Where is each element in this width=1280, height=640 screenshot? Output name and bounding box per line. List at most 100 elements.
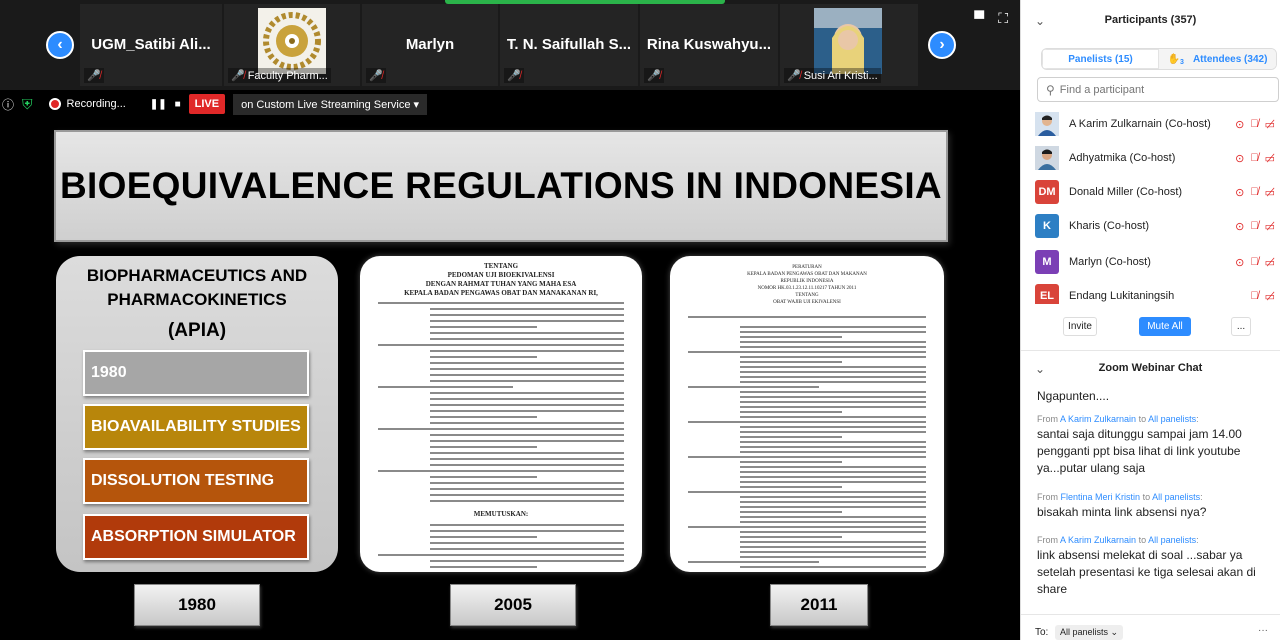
document-text-line [688, 421, 926, 423]
document-text-line [740, 541, 926, 543]
participant-actions: Invite Mute All ... [1021, 317, 1280, 337]
regulation-document-2011: PERATURAN KEPALA BADAN PENGAWAS OBAT DAN… [670, 256, 944, 572]
apia-heading: BIOPHARMACEUTICS AND PHARMACOKINETICS [86, 266, 308, 309]
slide-title: BIOEQUIVALENCE REGULATIONS IN INDONESIA [60, 165, 942, 206]
video-tile-faculty[interactable]: 🎤̸ Faculty Pharm... [224, 4, 360, 86]
video-tile-rina[interactable]: Rina Kuswahyu... 🎤̸ [640, 4, 778, 86]
document-text-line [740, 516, 926, 518]
message-sender: From A Karim Zulkarnain to All panelists… [1037, 535, 1199, 545]
chat-more-button[interactable]: ··· [1258, 625, 1268, 636]
mic-off-icon: 🎤̸ [369, 70, 383, 82]
document-text-line [430, 374, 624, 376]
avatar-photo-icon [1035, 112, 1059, 136]
document-text-line [430, 398, 624, 400]
document-text-line [740, 556, 926, 558]
document-text-line [430, 530, 624, 532]
participant-status-icons: ⊙ 🎙̸ ▭̸ [1235, 118, 1275, 131]
tile-name: Marlyn [405, 36, 455, 53]
info-icon[interactable]: ⓘ [2, 96, 14, 113]
invite-button[interactable]: Invite [1063, 317, 1097, 336]
document-text-line [430, 350, 624, 352]
document-text-line [740, 461, 843, 463]
document-text-line [740, 501, 926, 503]
participant-search[interactable]: ⚲ [1037, 77, 1279, 102]
document-text-line [688, 456, 926, 458]
participant-row[interactable]: K Kharis (Co-host) ⊙ 🎙̸ ▭̸ [1035, 212, 1275, 240]
document-text-line [740, 531, 926, 533]
layout-icon[interactable]: ▀ [974, 10, 984, 27]
document-text-line [740, 391, 926, 393]
fullscreen-icon[interactable]: ⛶ [998, 10, 1008, 27]
document-text-line [430, 452, 624, 454]
mic-off-icon: 🎤̸ [647, 70, 661, 82]
video-tile-susi[interactable]: 🎤̸ Susi Ari Kristi... [780, 4, 918, 86]
document-text-line [740, 471, 926, 473]
next-page-button[interactable]: › [928, 31, 956, 59]
more-options-button[interactable]: ... [1231, 317, 1251, 336]
stop-recording-button[interactable]: ■ [175, 99, 181, 110]
to-label: To: [1035, 627, 1049, 638]
chat-title: Zoom Webinar Chat [1098, 362, 1203, 374]
tile-label: 🎤̸ [644, 68, 664, 83]
document-text-line [740, 346, 926, 348]
meeting-status-bar: ⓘ ⛨ Recording... ❚❚ ■ LIVE on Custom Liv… [0, 92, 430, 116]
document-text-line [378, 428, 624, 430]
caret-down-icon: ▾ [413, 98, 420, 111]
tile-name: Rina Kuswahyu... [646, 36, 772, 53]
document-text-line [740, 506, 926, 508]
side-panel: ⌄ Participants (357) Panelists (15) ✋ 3 … [1020, 0, 1280, 640]
document-text-line [430, 380, 624, 382]
document-text-line [378, 344, 624, 346]
document-text-line [430, 458, 624, 460]
participants-title: Participants (357) [1104, 14, 1197, 26]
video-tile-saifullah[interactable]: T. N. Saifullah S... 🎤̸ [500, 4, 638, 86]
participant-row[interactable]: Adhyatmika (Co-host) ⊙ 🎙̸ ▭̸ [1035, 144, 1275, 172]
video-tile-marlyn[interactable]: Marlyn 🎤̸ [362, 4, 498, 86]
chat-footer: To: All panelists ⌄ ··· [1021, 614, 1280, 640]
participant-row[interactable]: A Karim Zulkarnain (Co-host) ⊙ 🎙̸ ▭̸ [1035, 110, 1275, 138]
participant-status-icons: ⊙ 🎙̸ ▭̸ [1235, 220, 1275, 233]
document-text-line [378, 302, 624, 304]
tile-label: 🎤̸ [504, 68, 524, 83]
participant-status-icons: ⊙ 🎙̸ ▭̸ [1235, 256, 1275, 269]
document-text-line [740, 511, 843, 513]
tab-attendees[interactable]: ✋ 3 Attendees (342) [1159, 49, 1276, 69]
document-text-line [740, 426, 926, 428]
document-text-line [740, 536, 843, 538]
recipient-dropdown[interactable]: All panelists ⌄ [1055, 625, 1124, 640]
document-text-line [430, 488, 624, 490]
document-text-line [740, 521, 926, 523]
avatar [1035, 112, 1059, 136]
video-tile-satibi[interactable]: UGM_Satibi Ali... 🎤̸ [80, 4, 222, 86]
prev-page-button[interactable]: ‹ [46, 31, 74, 59]
search-input[interactable] [1059, 83, 1260, 96]
pause-recording-button[interactable]: ❚❚ [150, 99, 167, 110]
document-text-line [740, 376, 926, 378]
document-text-line [740, 371, 926, 373]
document-text-line [688, 526, 926, 528]
participant-row[interactable]: EL Endang Lukitaningsih 🎙̸ ▭̸ [1035, 282, 1275, 304]
chat-message: From A Karim Zulkarnain to All panelists… [1037, 535, 1273, 598]
chat-message: From A Karim Zulkarnain to All panelists… [1037, 414, 1273, 477]
participants-tabs: Panelists (15) ✋ 3 Attendees (342) [1041, 48, 1277, 70]
mute-all-button[interactable]: Mute All [1139, 317, 1191, 336]
chat-message: From Flentina Meri Kristin to All paneli… [1037, 492, 1273, 521]
tab-panelists[interactable]: Panelists (15) [1042, 49, 1159, 69]
document-text-line [740, 476, 926, 478]
divider [1021, 350, 1280, 351]
document-heading: PERATURAN KEPALA BADAN PENGAWAS OBAT DAN… [747, 265, 867, 305]
document-text-line [430, 356, 537, 358]
participant-list: A Karim Zulkarnain (Co-host) ⊙ 🎙̸ ▭̸ Adhya… [1021, 108, 1280, 304]
shared-slide: BIOEQUIVALENCE REGULATIONS IN INDONESIA … [0, 118, 1020, 640]
faculty-logo-icon [258, 8, 326, 74]
document-text-line [430, 434, 624, 436]
participant-row[interactable]: M Marlyn (Co-host) ⊙ 🎙̸ ▭̸ [1035, 248, 1275, 276]
document-text-line [378, 554, 624, 556]
tile-label: 🎤̸ Susi Ari Kristi... [784, 68, 881, 83]
participant-row[interactable]: DM Donald Miller (Co-host) ⊙ 🎙̸ ▭̸ [1035, 178, 1275, 206]
shield-icon[interactable]: ⛨ [22, 96, 33, 113]
document-text-line [378, 470, 624, 472]
tile-label: 🎤̸ [366, 68, 386, 83]
live-service-dropdown[interactable]: on Custom Live Streaming Service ▾ [233, 93, 428, 115]
document-text-line [430, 320, 624, 322]
